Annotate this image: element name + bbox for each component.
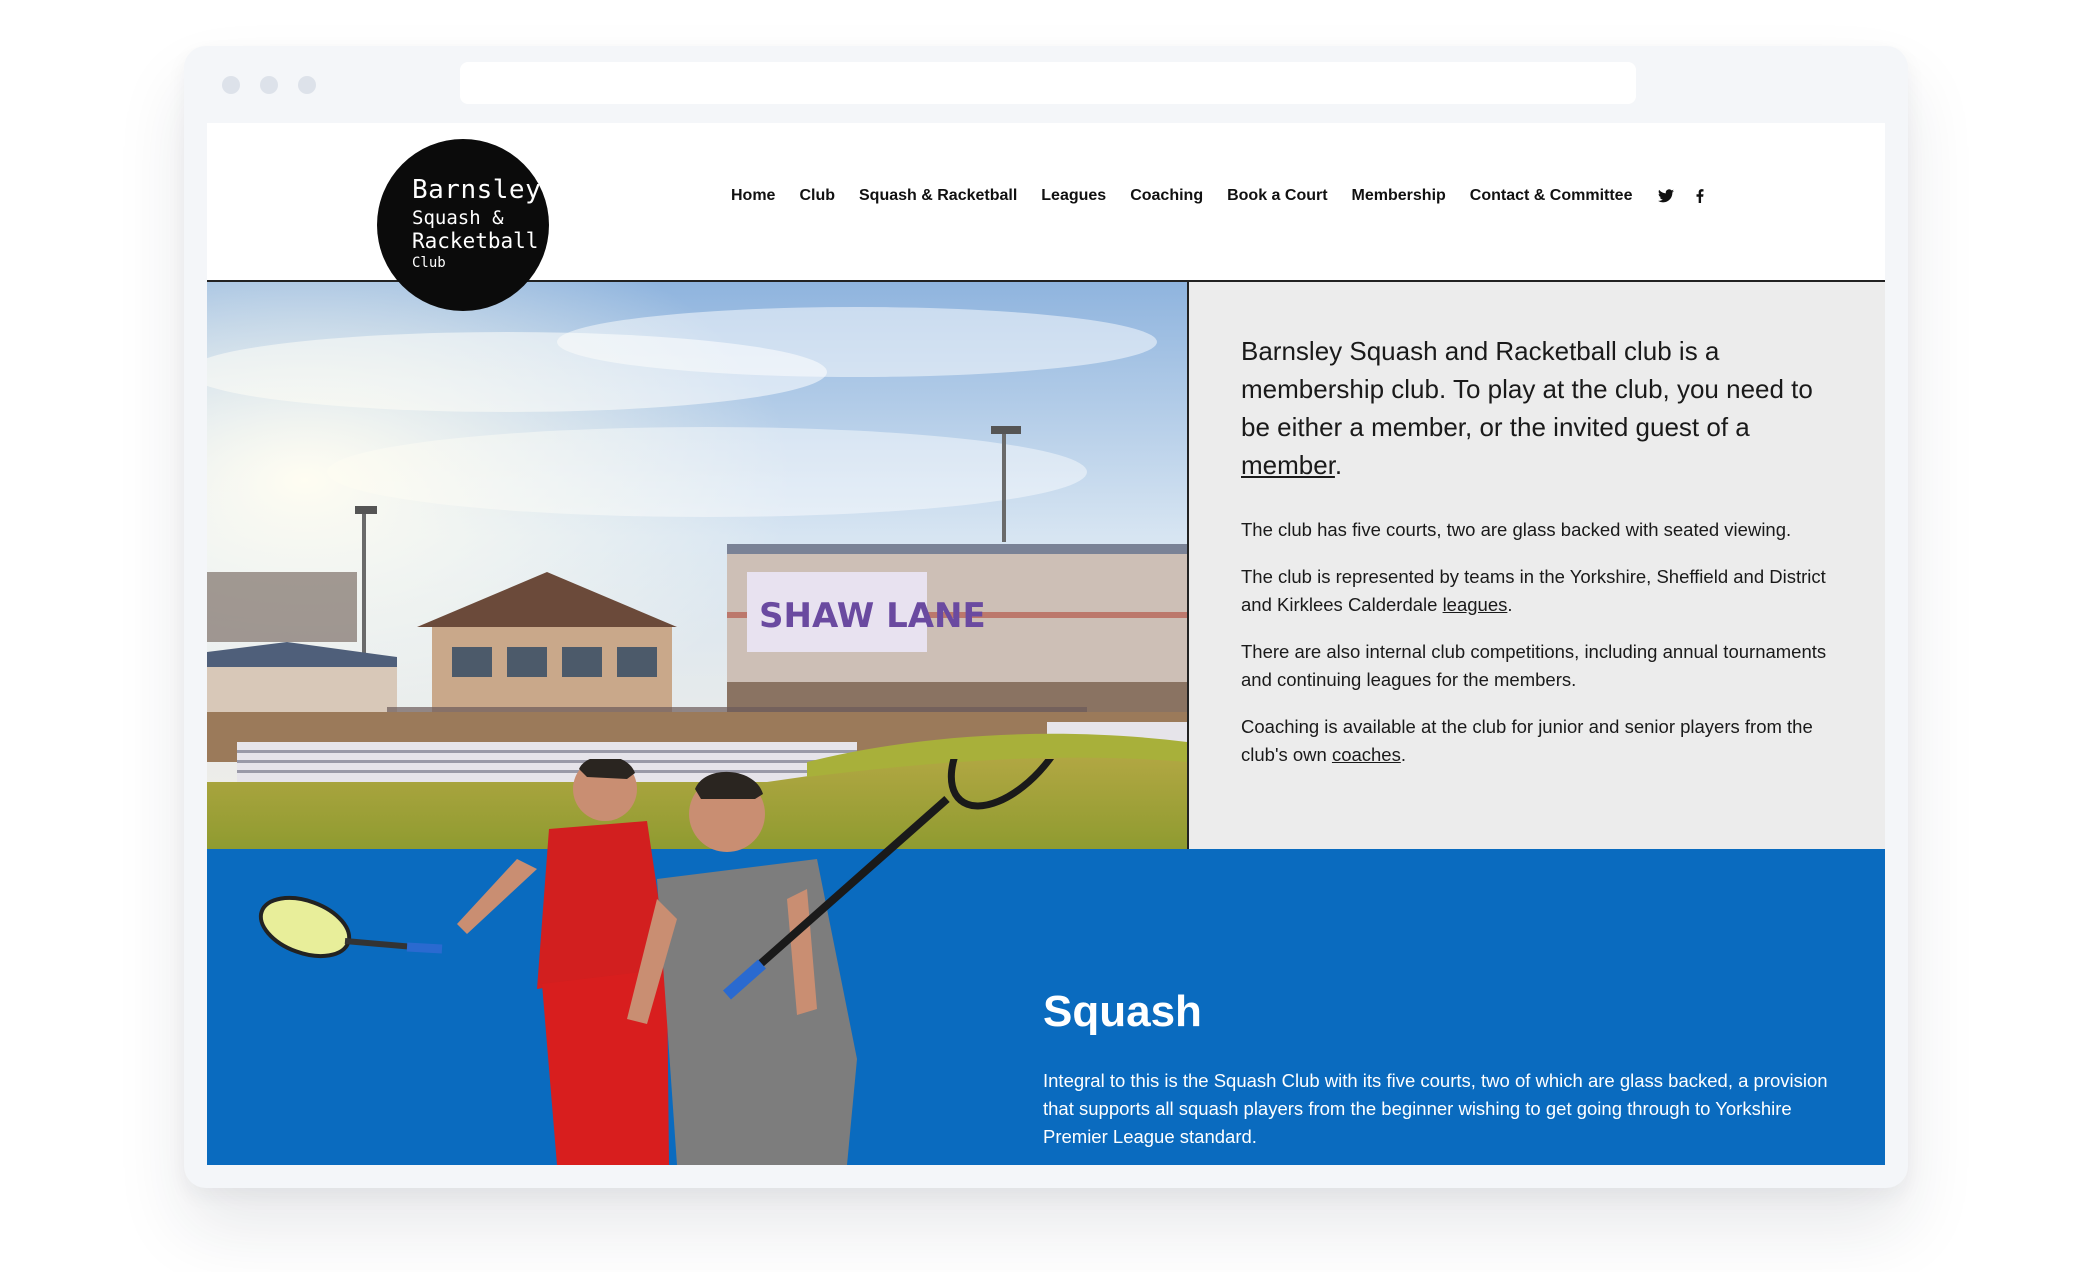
competitions-paragraph: There are also internal club competition… <box>1241 641 1827 690</box>
intro-lead: Barnsley Squash and Racketball club is a… <box>1241 332 1841 484</box>
coaches-link[interactable]: coaches <box>1332 744 1401 765</box>
member-link[interactable]: member <box>1241 450 1335 480</box>
page-viewport: Barnsley Squash & Racketball Club Home C… <box>207 123 1885 1165</box>
intro-body: The club has five courts, two are glass … <box>1241 516 1841 788</box>
logo-line-3: Racketball <box>412 229 539 253</box>
nav-squash-racketball[interactable]: Squash & Racketball <box>859 187 1017 205</box>
facebook-icon[interactable] <box>1696 189 1704 203</box>
logo-line-1: Barnsley <box>412 175 542 205</box>
club-logo[interactable]: Barnsley Squash & Racketball Club <box>377 139 549 311</box>
logo-line-4: Club <box>412 255 446 271</box>
intro-panel: Barnsley Squash and Racketball club is a… <box>1189 282 1885 849</box>
nav-book-a-court[interactable]: Book a Court <box>1227 187 1327 205</box>
nav-home[interactable]: Home <box>731 187 775 205</box>
window-dot-maximize[interactable] <box>298 76 316 94</box>
nav-club[interactable]: Club <box>799 187 835 205</box>
intro-lead-end: . <box>1334 450 1343 480</box>
window-dot-close[interactable] <box>222 76 240 94</box>
leagues-paragraph-text: The club is represented by teams in the … <box>1241 566 1826 615</box>
address-bar[interactable] <box>460 62 1636 104</box>
leagues-paragraph-end: . <box>1507 594 1513 615</box>
leagues-paragraph: The club is represented by teams in the … <box>1241 563 1841 619</box>
shaw-lane-sign: SHAW LANE <box>759 596 986 636</box>
nav-contact-committee[interactable]: Contact & Committee <box>1470 187 1633 205</box>
nav-coaching[interactable]: Coaching <box>1130 187 1203 205</box>
main-nav: Home Club Squash & Racketball Leagues Co… <box>731 187 1724 205</box>
squash-heading: Squash <box>1043 987 1202 1036</box>
squash-description: Integral to this is the Squash Club with… <box>1043 1070 1828 1147</box>
coaching-paragraph: Coaching is available at the club for ju… <box>1241 713 1841 769</box>
squash-players-image <box>207 668 1077 1165</box>
leagues-link[interactable]: leagues <box>1443 594 1508 615</box>
courts-paragraph: The club has five courts, two are glass … <box>1241 519 1792 540</box>
coaching-paragraph-end: . <box>1400 744 1406 765</box>
nav-leagues[interactable]: Leagues <box>1041 187 1106 205</box>
window-dot-minimize[interactable] <box>260 76 278 94</box>
twitter-icon[interactable] <box>1658 189 1675 203</box>
logo-line-2: Squash & <box>412 207 504 229</box>
nav-membership[interactable]: Membership <box>1352 187 1446 205</box>
browser-window: Barnsley Squash & Racketball Club Home C… <box>184 46 1908 1188</box>
coaching-paragraph-text: Coaching is available at the club for ju… <box>1241 716 1813 765</box>
site-header: Barnsley Squash & Racketball Club Home C… <box>207 123 1885 311</box>
intro-lead-text: Barnsley Squash and Racketball club is a… <box>1241 336 1813 442</box>
